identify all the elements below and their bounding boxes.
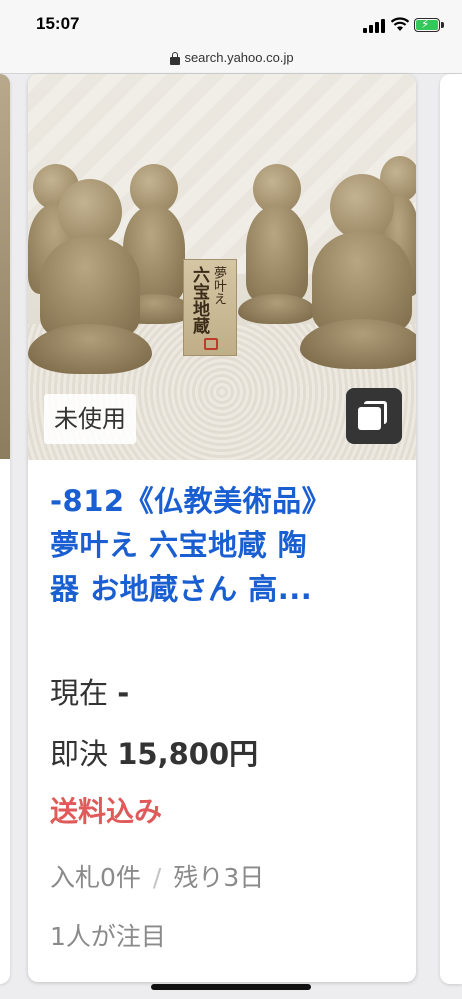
battery-icon: ⚡: [414, 17, 440, 32]
cellular-signal-icon: [363, 19, 385, 33]
listing-title-line-2: 夢叶え 六宝地蔵 陶: [50, 528, 308, 562]
bid-count: 入札0件: [50, 863, 141, 892]
listing-title[interactable]: -812《仏教美術品》 夢叶え 六宝地蔵 陶 器 お地蔵さん 高...: [50, 479, 398, 611]
home-indicator[interactable]: [151, 984, 311, 990]
status-bar: 15:07 ⚡: [0, 0, 462, 44]
image-gallery-icon[interactable]: [346, 388, 402, 444]
watcher-count: 1人が注目: [50, 922, 166, 951]
status-time: 15:07: [36, 14, 80, 33]
buy-now-label: 即決: [50, 737, 109, 771]
current-price-label: 現在: [50, 676, 109, 710]
url-text: search.yahoo.co.jp: [184, 50, 294, 65]
next-card[interactable]: [440, 74, 462, 984]
plaque-text-large: 六宝地蔵: [189, 266, 209, 334]
address-bar[interactable]: search.yahoo.co.jp: [0, 44, 462, 74]
listing-card[interactable]: 夢叶え 六宝地蔵 未使用 -812《仏教美術品》 夢叶え 六宝地蔵 陶 器 お地…: [28, 74, 416, 982]
plaque-seal: [204, 338, 218, 350]
wifi-icon: [390, 17, 410, 31]
buy-now-price: 即決 15,800円: [50, 731, 258, 773]
listing-title-line-1: -812《仏教美術品》: [50, 484, 332, 518]
product-image[interactable]: 夢叶え 六宝地蔵 未使用: [28, 74, 416, 460]
previous-card[interactable]: [0, 74, 10, 984]
current-price: 現在 -: [50, 670, 129, 712]
battery-tip: [441, 22, 444, 28]
condition-badge: 未使用: [44, 394, 136, 444]
time-remaining: 残り3日: [173, 863, 265, 892]
product-plaque: 夢叶え 六宝地蔵: [183, 259, 237, 356]
meta-separator: /: [152, 863, 162, 892]
listing-title-line-3: 器 お地蔵さん 高...: [50, 572, 313, 606]
listing-meta: 入札0件 / 残り3日: [50, 858, 264, 894]
buy-now-value: 15,800円: [117, 737, 259, 771]
shipping-included: 送料込み: [50, 795, 163, 828]
current-price-value: -: [117, 676, 130, 710]
